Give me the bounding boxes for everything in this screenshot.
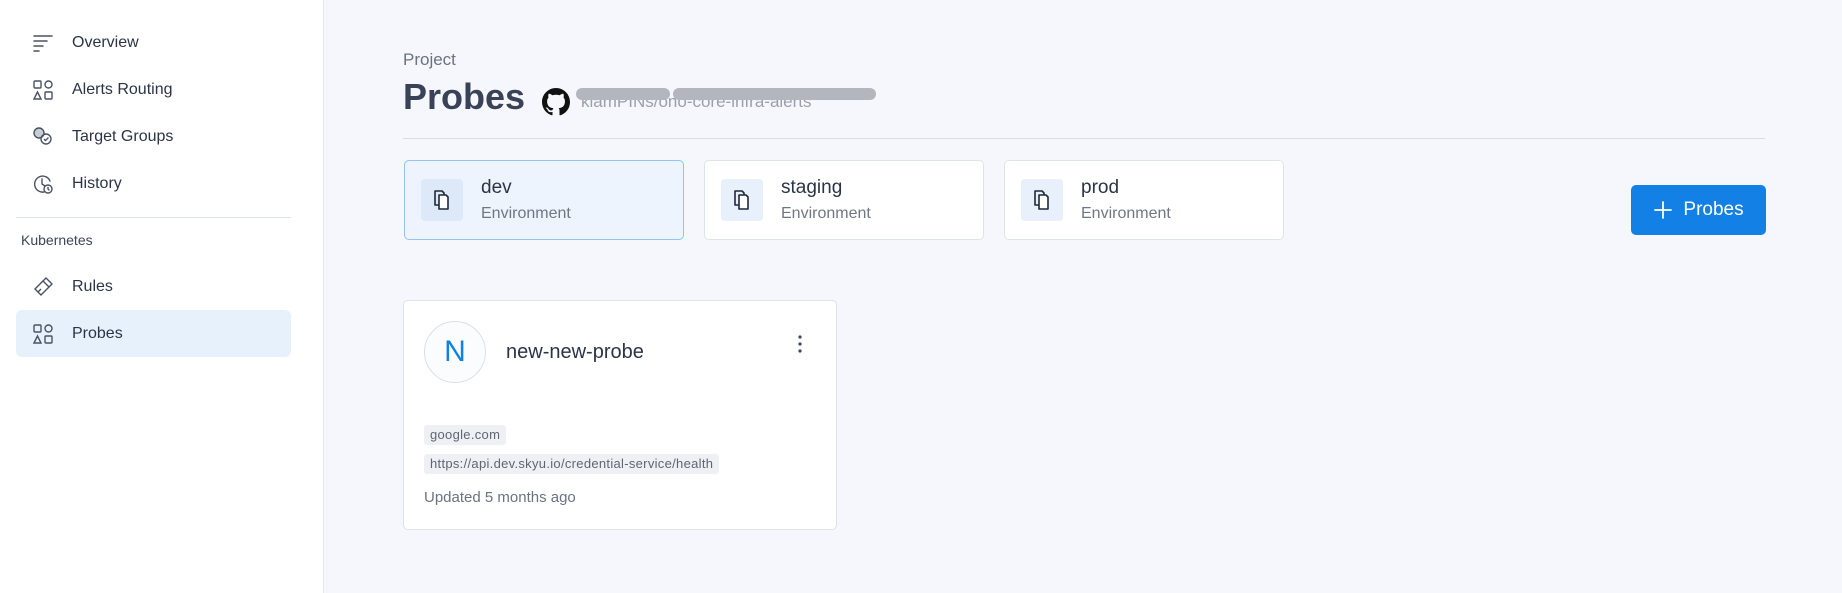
history-icon [32,173,54,195]
more-options-icon[interactable] [790,329,810,359]
sidebar-divider [16,217,291,218]
env-card-dev[interactable]: dev Environment [404,160,684,240]
alerts-routing-icon [32,79,54,101]
env-subtitle: Environment [1081,205,1171,222]
env-subtitle: Environment [781,205,871,222]
env-card-staging[interactable]: staging Environment [704,160,984,240]
redaction-bar [576,88,670,100]
sidebar-item-label: Rules [72,277,113,295]
copy-icon [721,179,763,221]
overview-icon [32,32,54,54]
copy-icon [421,179,463,221]
main-content: Project Probes kiamPINs/ono-core-infra-a… [325,0,1842,593]
probe-target-tag: https://api.dev.skyu.io/credential-servi… [424,454,720,474]
github-icon[interactable] [542,88,570,116]
env-card-prod[interactable]: prod Environment [1004,160,1284,240]
avatar: N [424,321,486,383]
sidebar-item-label: Overview [72,33,139,51]
env-name: dev [481,177,512,198]
probe-target-tag: google.com [424,425,507,445]
sidebar-item-overview[interactable]: Overview [16,19,291,66]
updated-timestamp: Updated 5 months ago [424,489,576,506]
probes-icon [32,323,54,345]
sidebar-item-history[interactable]: History [16,160,291,207]
section-label-kubernetes: Kubernetes [21,232,93,248]
header-divider [403,138,1765,139]
sidebar-item-label: Alerts Routing [72,80,173,98]
redaction-bar [673,88,876,100]
page-title: Probes [403,76,526,117]
sidebar-item-rules[interactable]: Rules [16,263,291,310]
sidebar-item-label: Probes [72,324,123,342]
plus-icon [1653,200,1673,220]
target-groups-icon [32,126,54,148]
env-name: staging [781,177,843,198]
rules-icon [32,276,54,298]
sidebar-item-alerts-routing[interactable]: Alerts Routing [16,66,291,113]
probe-card[interactable]: N new-new-probe google.com https://api.d… [403,300,837,530]
sidebar-item-probes[interactable]: Probes [16,310,291,357]
sidebar-item-label: History [72,174,122,192]
copy-icon [1021,179,1063,221]
env-name: prod [1081,177,1120,198]
env-subtitle: Environment [481,205,571,222]
probe-name: new-new-probe [506,341,644,363]
add-probes-button[interactable]: Probes [1631,185,1766,235]
sidebar-item-label: Target Groups [72,127,174,145]
add-probes-button-label: Probes [1683,199,1744,220]
sidebar: Overview Alerts Routing Target Groups Hi… [0,0,324,593]
sidebar-item-target-groups[interactable]: Target Groups [16,113,291,160]
project-label: Project [403,50,456,69]
